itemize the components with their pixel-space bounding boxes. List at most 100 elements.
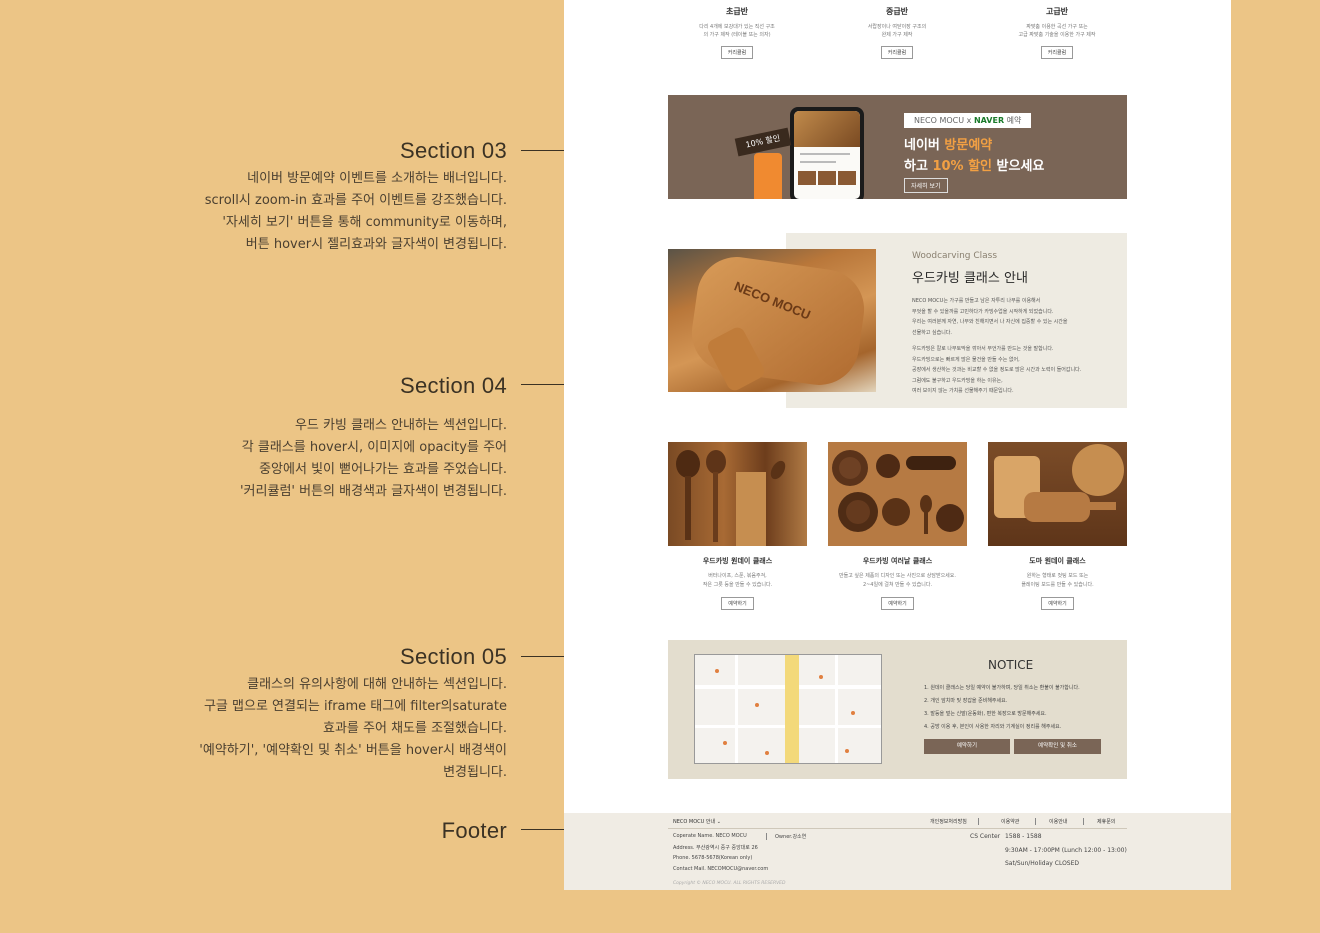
level-title: 중급반 (885, 7, 909, 16)
annotation-desc: 클래스의 유의사항에 대해 안내하는 섹션입니다. 구글 맵으로 연결되는 if… (199, 674, 507, 784)
map-pin-icon (723, 741, 727, 745)
view-details-button[interactable]: 자세히 보기 (904, 178, 948, 193)
paragraph-line: 무엇을 할 수 있을까를 고민하다가 카빙수업을 시작하게 되었습니다. (912, 308, 1054, 315)
paragraph-line: 우리는 여러분께 자연, 나무와 친해지면서 나 자신에 집중할 수 있는 시간… (912, 319, 1068, 325)
level-desc: 다리 4개에 보강대가 있는 직선 구조 의 가구 제작 (테이블 또는 의자) (672, 23, 802, 39)
annotation-title: Section 03 (400, 138, 507, 163)
notice-item: 4. 공방 이용 후, 본인이 사용한 자리와 기계실이 정리를 해주세요. (924, 724, 1062, 730)
card-title: 우드카빙 여러날 클래스 (862, 557, 933, 565)
card-desc-line: 버터나이프, 스푼, 볶음주걱, (708, 573, 767, 579)
annotation-line: '자세히 보기' 버튼을 통해 community로 이동하며, (222, 215, 507, 230)
level-title: 고급반 (1045, 7, 1069, 16)
annotation-title: Section 04 (400, 373, 507, 398)
reserve-button[interactable]: 예약하기 (721, 597, 754, 610)
level-desc: 서랍장이나 여닫이장 구조의 완제 가구 제작 (832, 23, 962, 39)
annotation-section-05: Section 05 클래스의 유의사항에 대해 안내하는 섹션입니다. 구글 … (199, 644, 507, 784)
map-pin-icon (851, 711, 855, 715)
annotation-line: 중앙에서 빛이 뻗어나가는 효과를 주었습니다. (259, 462, 507, 477)
cutting-boards-photo (988, 442, 1127, 546)
card-desc: 버터나이프, 스푼, 볶음주걱, 작은 그릇 등을 만들 수 있습니다. (668, 572, 807, 590)
footer-link-guide[interactable]: 이용안내 (1049, 818, 1067, 825)
paragraph-line: 여러 보이지 않는 가치를 선물해주기 때문입니다. (912, 388, 1014, 394)
card-title: 도마 원데이 클래스 (1029, 557, 1086, 565)
level-beginner: 초급반 다리 4개에 보강대가 있는 직선 구조 의 가구 제작 (테이블 또는… (672, 0, 802, 59)
footer-brand-select[interactable]: NECO MOCU 안내 ⌄ (673, 818, 721, 825)
phone-thumb (838, 171, 856, 185)
cs-closed: Sat/Sun/Holiday CLOSED (1005, 860, 1080, 867)
annotation-line: 구글 맵으로 연결되는 iframe 태그에 filter의saturate (203, 699, 507, 714)
paragraph-line: 우드카빙은 칼로 나무토막을 깎아서 무언가를 만드는 것을 말합니다. (912, 346, 1054, 352)
curriculum-button[interactable]: 커리큘럼 (1040, 46, 1074, 59)
curriculum-button[interactable]: 커리큘럼 (720, 46, 754, 59)
woodcarving-paragraph-1: NECO MOCU는 가구를 만들고 남은 자투리 나무를 이용해서 무엇을 할… (912, 296, 1112, 338)
phone-text-line (800, 161, 836, 163)
divider (1083, 818, 1084, 825)
phone-screen (794, 111, 860, 199)
annotation-title: Footer (441, 818, 507, 843)
cutting-board (686, 251, 870, 391)
class-card[interactable]: 우드카빙 원데이 클래스 버터나이프, 스푼, 볶음주걱, 작은 그릇 등을 만… (668, 442, 807, 610)
annotation-line: 클래스의 유의사항에 대해 안내하는 섹션입니다. (247, 677, 507, 692)
annotation-line: '예약하기', '예약확인 및 취소' 버튼을 hover시 배경색이 (199, 743, 507, 758)
copyright: Copyright © NECO MOCU. ALL RIGHTS RESERV… (673, 881, 786, 886)
annotation-line: 각 클래스를 hover시, 이미지에 opacity를 주어 (241, 440, 507, 455)
map-pin-icon (819, 675, 823, 679)
woodcarving-title: 우드카빙 클래스 안내 (912, 271, 1028, 286)
page-mockup: 초급반 다리 4개에 보강대가 있는 직선 구조 의 가구 제작 (테이블 또는… (564, 0, 1231, 890)
naver-text: NAVER (973, 116, 1005, 125)
banner-headline: 네이버 방문예약 하고 10% 할인 받으세요 (904, 135, 1044, 177)
notice-title: NOTICE (988, 658, 1034, 672)
phone-thumb (798, 171, 816, 185)
annotation-line: 변경됩니다. (443, 765, 507, 780)
divider (1035, 818, 1036, 825)
map-pin-icon (755, 703, 759, 707)
collab-label: NECO MOCU x NAVER 예약 (904, 113, 1032, 128)
reserve-button[interactable]: 예약하기 (924, 739, 1010, 754)
map-road (735, 655, 738, 763)
footer-company: Coperate Name. NECO MOCU (673, 833, 747, 839)
annotation-desc: 네이버 방문예약 이벤트를 소개하는 배너입니다. scroll시 zoom-i… (205, 168, 507, 256)
card-desc: 만들고 싶은 제품의 디자인 또는 사진으로 상담받으세요. 2~4일에 걸쳐 … (828, 572, 967, 590)
class-card[interactable]: 도마 원데이 클래스 원하는 형태로 컷팅 보드 또는 플레이팅 보드를 만들 … (988, 442, 1127, 610)
reserve-button[interactable]: 예약하기 (881, 597, 914, 610)
annotation-line: 우드 카빙 클래스 안내하는 섹션입니다. (294, 418, 507, 433)
headline-text: 받으세요 (992, 159, 1045, 174)
phone-thumb (818, 171, 836, 185)
map-embed[interactable] (694, 654, 882, 764)
notice-item: 3. 발등을 덮는 신발(운동화), 편한 복장으로 방문해주세요. (924, 711, 1047, 717)
mascot-illustration (754, 153, 782, 199)
level-intermediate: 중급반 서랍장이나 여닫이장 구조의 완제 가구 제작 커리큘럼 (832, 0, 962, 59)
paragraph-line: 그럼에도 불구하고 우드카빙을 하는 이유는, (912, 377, 1003, 384)
board-shapes (994, 444, 1124, 522)
footer-link-terms[interactable]: 이용약관 (1001, 818, 1019, 825)
annotation-desc: 우드 카빙 클래스 안내하는 섹션입니다. 각 클래스를 hover시, 이미지… (240, 415, 507, 503)
footer: NECO MOCU 안내 ⌄ 개인정보처리방침 이용약관 이용안내 제휴문의 C… (564, 813, 1231, 890)
cs-number: 1588 - 1588 (1005, 833, 1042, 840)
level-advanced: 고급반 짜맞춤 이용한 곡선 가구 또는 고급 짜맞춤 기술을 이용한 가구 제… (992, 0, 1122, 59)
annotation-title: Section 05 (400, 644, 507, 669)
footer-link-partnership[interactable]: 제휴문의 (1097, 818, 1115, 825)
curriculum-button[interactable]: 커리큘럼 (880, 46, 914, 59)
headline-text: 네이버 (904, 138, 945, 153)
reserve-button[interactable]: 예약하기 (1041, 597, 1074, 610)
footer-owner: Owner.강소연 (775, 834, 807, 840)
card-desc-line: 2~4일에 걸쳐 만들 수 있습니다. (862, 582, 933, 588)
cutting-board-photo: NECO MOCU (668, 249, 876, 392)
bowls-photo (828, 442, 967, 546)
annotation-line: 네이버 방문예약 이벤트를 소개하는 배너입니다. (247, 171, 507, 186)
annotation-line: scroll시 zoom-in 효과를 주어 이벤트를 강조했습니다. (204, 193, 507, 208)
card-desc: 원하는 형태로 컷팅 보드 또는 플레이팅 보드를 만들 수 있습니다. (988, 572, 1127, 590)
check-cancel-button[interactable]: 예약확인 및 취소 (1014, 739, 1101, 754)
cs-hours: 9:30AM - 17:00PM (Lunch 12:00 - 13:00) (1005, 847, 1127, 854)
level-title: 초급반 (725, 7, 749, 16)
level-desc: 짜맞춤 이용한 곡선 가구 또는 고급 짜맞춤 기술을 이용한 가구 제작 (992, 23, 1122, 39)
footer-phone: Phone. 5678-5678(Korean only) (673, 855, 753, 861)
class-card[interactable]: 우드카빙 여러날 클래스 만들고 싶은 제품의 디자인 또는 사진으로 상담받으… (828, 442, 967, 610)
phone-text-line (800, 153, 850, 155)
annotation-line: '커리큘럼' 버튼의 배경색과 글자색이 변경됩니다. (239, 484, 507, 499)
footer-link-privacy[interactable]: 개인정보처리방침 (930, 818, 967, 825)
chevron-down-icon: ⌄ (716, 819, 721, 825)
card-desc-line: 원하는 형태로 컷팅 보드 또는 (1026, 573, 1089, 579)
collab-prefix: NECO MOCU x (914, 116, 974, 125)
card-title: 우드카빙 원데이 클래스 (702, 557, 773, 565)
